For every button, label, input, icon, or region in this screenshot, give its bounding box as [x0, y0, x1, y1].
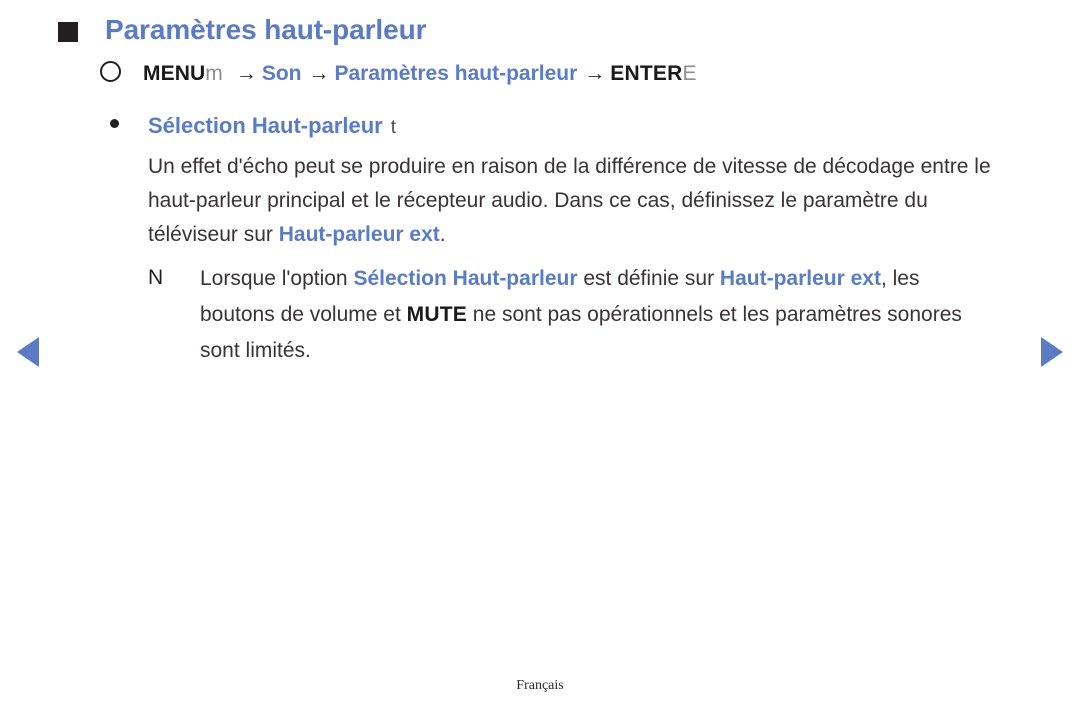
note-text-part-2: est définie sur	[577, 267, 720, 290]
page-title: Paramètres haut-parleur	[58, 12, 426, 47]
menu-path: MENUm → Son → Paramètres haut-parleur → ENTERE	[100, 60, 696, 88]
page-title-text: Paramètres haut-parleur	[105, 14, 427, 45]
arrow-3-icon: →	[584, 62, 606, 85]
section-heading-label: Sélection Haut-parleur	[148, 113, 383, 138]
note-highlight-2: Haut-parleur ext	[719, 267, 881, 290]
note-bold-1: MUTE	[406, 303, 467, 326]
circle-glyph-icon	[100, 61, 121, 82]
arrow-2-icon: →	[308, 62, 330, 85]
note-text-part-1: Lorsque l'option	[200, 267, 354, 290]
section-symbol-icon: t	[390, 117, 396, 138]
enter-key-label: ENTER	[610, 62, 683, 85]
menu-key-symbol-icon: m	[205, 62, 223, 85]
arrow-1-icon: →	[235, 62, 257, 85]
note-marker-icon: N	[148, 266, 164, 289]
next-page-arrow-icon[interactable]	[1041, 337, 1063, 367]
previous-page-arrow-icon[interactable]	[17, 337, 39, 367]
bullet-dot-icon	[110, 119, 119, 128]
menu-path-step-1: Son	[261, 62, 302, 85]
section-heading: Sélection Haut-parleur t	[110, 113, 396, 139]
body-paragraph: Un effet d'écho peut se produire en rais…	[148, 150, 998, 252]
footer-language: Français	[516, 678, 564, 693]
menu-key-label: MENU	[143, 62, 206, 85]
note-text: Lorsque l'option Sélection Haut-parleur …	[200, 261, 993, 369]
square-marker-icon	[58, 22, 78, 42]
note-highlight-1: Sélection Haut-parleur	[353, 267, 578, 290]
body-text-part-1: Un effet d'écho peut se produire en rais…	[148, 155, 991, 246]
enter-key-symbol-icon: E	[682, 62, 697, 85]
menu-path-step-2: Paramètres haut-parleur	[334, 62, 578, 85]
note-block: N Lorsque l'option Sélection Haut-parleu…	[148, 261, 993, 369]
body-text-part-2: .	[439, 223, 446, 246]
manual-page: Paramètres haut-parleur MENUm → Son → Paramè…	[0, 0, 1080, 705]
body-highlight-1: Haut-parleur ext	[278, 223, 440, 246]
